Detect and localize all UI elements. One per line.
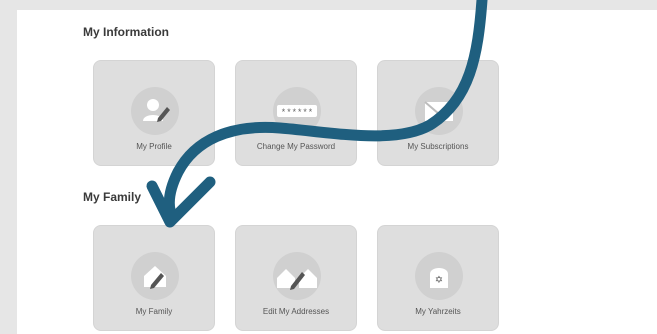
tile-label: Edit My Addresses (262, 307, 330, 316)
envelope-icon (415, 87, 463, 135)
tile-label: Change My Password (256, 142, 336, 151)
star-stone-icon: ✡ (415, 252, 463, 300)
tile-label: My Subscriptions (407, 142, 469, 151)
tile-change-password[interactable]: ****** Change My Password (235, 60, 357, 166)
tile-label: My Yahrzeits (415, 307, 461, 316)
password-mask: ****** (281, 108, 313, 118)
profile-edit-icon (131, 87, 179, 135)
houses-edit-icon (273, 252, 321, 300)
password-dots-icon: ****** (273, 87, 321, 135)
tile-edit-addresses[interactable]: Edit My Addresses (235, 225, 357, 331)
section-title-family: My Family (83, 190, 142, 204)
tile-label: My Profile (136, 142, 172, 151)
tile-my-family[interactable]: My Family (93, 225, 215, 331)
section-title-information: My Information (83, 25, 169, 39)
tile-my-profile[interactable]: My Profile (93, 60, 215, 166)
tile-label: My Family (135, 307, 173, 316)
svg-text:✡: ✡ (435, 275, 443, 286)
tile-my-subscriptions[interactable]: My Subscriptions (377, 60, 499, 166)
home-edit-icon (131, 252, 179, 300)
tile-my-yahrzeits[interactable]: ✡ My Yahrzeits (377, 225, 499, 331)
